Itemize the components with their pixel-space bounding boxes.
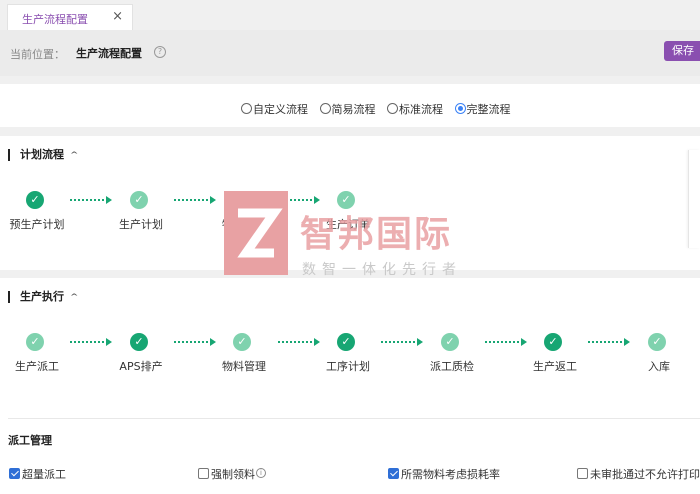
step-label-production-order[interactable]: 生产订单 xyxy=(326,216,370,232)
radio-label: 标准流程 xyxy=(399,103,443,116)
step-label-pre-production-plan[interactable]: 预生产计划 xyxy=(10,216,65,232)
side-panel-edge[interactable] xyxy=(688,150,700,248)
flow-arrow xyxy=(485,338,527,346)
chevron-up-icon[interactable]: ^ xyxy=(70,152,78,160)
radio-label: 简易流程 xyxy=(331,103,376,116)
checkbox-checked xyxy=(388,468,399,479)
radio-circle xyxy=(241,103,252,114)
flow-arrow xyxy=(588,338,630,346)
flow-arrow xyxy=(278,196,320,204)
radio-circle-selected xyxy=(454,103,466,114)
radio-custom-flow[interactable]: 自定义流程 xyxy=(241,101,308,117)
check-icon[interactable]: ✓ xyxy=(130,333,148,351)
checkbox-label: 未审批通过不允许打印 xyxy=(590,468,700,481)
check-icon[interactable]: ✓ xyxy=(26,191,44,209)
flow-arrow xyxy=(278,338,320,346)
tab-production-flow-config[interactable]: 生产流程配置 × xyxy=(7,4,133,30)
checkbox-label: 所需物料考虑损耗率 xyxy=(401,468,500,481)
production-exec-section: 生产执行 ^ ✓ ✓ ✓ ✓ ✓ ✓ ✓ 生产派工 APS排产 物料管理 工序计划… xyxy=(0,278,700,494)
tab-label: 生产流程配置 xyxy=(22,13,88,26)
plan-flow-section: 计划流程 ^ ✓ ✓ ✓ ✓ 预生产计划 生产计划 物料分析 生产订单 xyxy=(0,136,700,270)
step-label-process-plan[interactable]: 工序计划 xyxy=(326,358,370,374)
step-label-production-dispatch[interactable]: 生产派工 xyxy=(15,358,59,374)
step-label-dispatch-qc[interactable]: 派工质检 xyxy=(430,358,474,374)
check-icon[interactable]: ✓ xyxy=(544,333,562,351)
checkbox-forced-picking[interactable]: 强制领料 i xyxy=(198,466,266,482)
check-icon[interactable]: ✓ xyxy=(648,333,666,351)
checkbox-over-dispatch[interactable]: 超量派工 xyxy=(9,466,66,482)
check-icon[interactable]: ✓ xyxy=(441,333,459,351)
section-title-text: 计划流程 xyxy=(20,148,64,161)
flow-arrow xyxy=(70,196,112,204)
info-icon[interactable]: i xyxy=(256,468,266,478)
check-icon[interactable]: ✓ xyxy=(337,191,355,209)
check-icon[interactable]: ✓ xyxy=(26,333,44,351)
radio-full-flow[interactable]: 完整流程 xyxy=(454,101,511,117)
chevron-up-icon[interactable]: ^ xyxy=(70,294,78,302)
checkbox-unchecked xyxy=(198,468,209,479)
checkbox-unchecked xyxy=(577,468,588,479)
flow-type-radio-group: 自定义流程 简易流程 标准流程 完整流程 xyxy=(241,101,519,117)
step-label-aps-scheduling[interactable]: APS排产 xyxy=(119,358,162,374)
checkbox-checked xyxy=(9,468,20,479)
checkbox-label: 强制领料 xyxy=(211,468,255,481)
step-label-production-plan[interactable]: 生产计划 xyxy=(119,216,163,232)
radio-standard-flow[interactable]: 标准流程 xyxy=(387,101,443,117)
divider xyxy=(8,418,700,419)
check-icon[interactable]: ✓ xyxy=(130,191,148,209)
flow-arrow xyxy=(174,196,216,204)
checkbox-label: 超量派工 xyxy=(22,468,66,481)
tab-bar: 生产流程配置 × xyxy=(0,0,700,30)
check-icon[interactable]: ✓ xyxy=(337,333,355,351)
flow-arrow xyxy=(174,338,216,346)
step-label-production-rework[interactable]: 生产返工 xyxy=(533,358,577,374)
page-title: 生产流程配置 xyxy=(76,47,142,60)
checkbox-no-print-unapproved[interactable]: 未审批通过不允许打印 xyxy=(577,466,700,482)
checkbox-consider-loss-rate[interactable]: 所需物料考虑损耗率 xyxy=(388,466,500,482)
dispatch-management-title: 派工管理 xyxy=(8,434,52,447)
help-icon[interactable]: ? xyxy=(154,46,166,58)
radio-simple-flow[interactable]: 简易流程 xyxy=(319,101,376,117)
flow-arrow xyxy=(381,338,423,346)
step-label-material-analysis[interactable]: 物料分析 xyxy=(222,216,266,232)
plan-section-title: 计划流程 ^ xyxy=(8,149,78,161)
breadcrumb-label: 当前位置： xyxy=(10,48,65,61)
radio-label: 自定义流程 xyxy=(253,103,308,116)
check-icon[interactable]: ✓ xyxy=(233,333,251,351)
exec-section-title: 生产执行 ^ xyxy=(8,291,78,303)
close-icon[interactable]: × xyxy=(112,9,123,24)
flow-type-panel: 自定义流程 简易流程 标准流程 完整流程 xyxy=(0,84,700,127)
radio-label: 完整流程 xyxy=(466,103,511,116)
flow-arrow xyxy=(70,338,112,346)
step-label-warehousing[interactable]: 入库 xyxy=(648,358,670,374)
radio-circle xyxy=(387,103,398,114)
check-icon[interactable]: ✓ xyxy=(233,191,251,209)
section-title-text: 生产执行 xyxy=(20,290,64,303)
radio-circle xyxy=(319,103,331,114)
breadcrumb: 当前位置： 生产流程配置 ? 保存 xyxy=(0,30,700,76)
save-button[interactable]: 保存 xyxy=(664,41,700,61)
step-label-material-management[interactable]: 物料管理 xyxy=(222,358,266,374)
